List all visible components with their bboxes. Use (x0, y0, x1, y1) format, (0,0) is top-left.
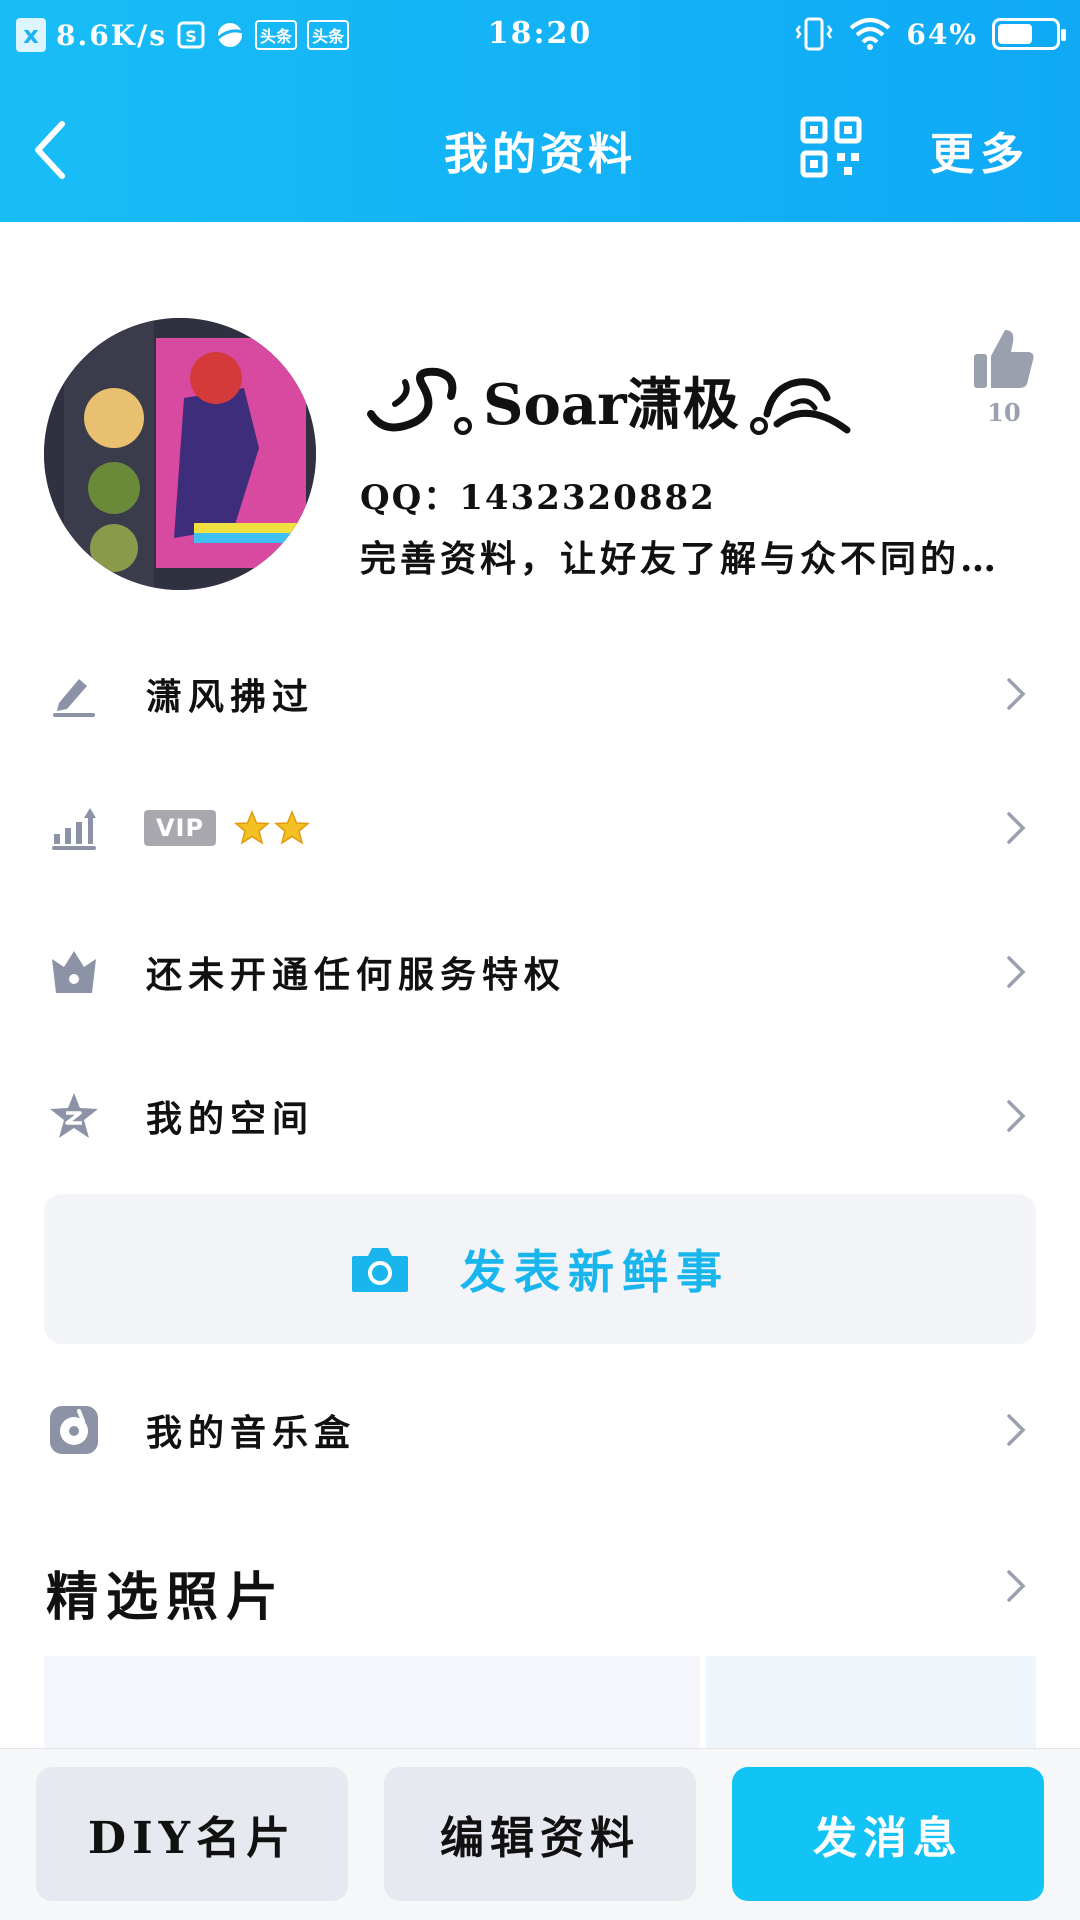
ornament-right-icon (749, 377, 851, 435)
like-count: 10 (987, 398, 1021, 427)
level-stars (234, 810, 310, 846)
status-bar: x 8.6K/s S 头条 头条 18:20 64% (0, 0, 1080, 72)
chevron-right-icon (1007, 812, 1026, 844)
music-row[interactable]: 我的音乐盒 (0, 1370, 1080, 1490)
send-message-button[interactable]: 发消息 (732, 1767, 1044, 1901)
battery-icon (992, 18, 1066, 50)
avatar[interactable] (44, 318, 316, 590)
qzone-label: 我的空间 (146, 1098, 315, 1140)
music-label: 我的音乐盒 (146, 1412, 357, 1454)
chevron-right-icon (1007, 956, 1026, 988)
top-header: x 8.6K/s S 头条 头条 18:20 64% 我的资料 更多 (0, 0, 1080, 222)
bottom-action-bar: DIY名片 编辑资料 发消息 (0, 1748, 1080, 1920)
qzone-row[interactable]: 我的空间 (0, 1056, 1080, 1176)
page-title: 我的资料 (444, 129, 636, 180)
signature-label: 潇风拂过 (146, 676, 315, 718)
thumbs-up-icon (974, 330, 1034, 388)
vibrate-icon (795, 17, 833, 51)
pencil-icon (48, 668, 100, 720)
chevron-right-icon[interactable] (1004, 1568, 1028, 1604)
post-moment-label: 发表新鲜事 (460, 1245, 730, 1299)
chevron-right-icon (1007, 1414, 1026, 1446)
music-disc-icon (48, 1404, 100, 1456)
star-icon (274, 810, 310, 845)
chevron-right-icon (1007, 1100, 1026, 1132)
diy-card-button[interactable]: DIY名片 (36, 1767, 348, 1901)
qr-code-icon[interactable] (800, 116, 862, 178)
crown-icon (48, 946, 100, 998)
profile-description[interactable]: 完善资料，让好友了解与众不同的… (360, 530, 1000, 582)
signature-row[interactable]: 潇风拂过 (0, 634, 1080, 754)
battery-fill (998, 24, 1032, 44)
level-row[interactable]: VIP (0, 768, 1080, 888)
chevron-right-icon (1007, 678, 1026, 710)
camera-icon (352, 1248, 408, 1292)
qq-number: QQ：1432320882 (360, 478, 716, 518)
status-right: 64% (794, 16, 1066, 52)
privilege-label: 还未开通任何服务特权 (146, 954, 567, 996)
star-icon (234, 810, 270, 845)
qzone-star-icon (48, 1090, 100, 1142)
photos-section-title[interactable]: 精选照片 (46, 1555, 286, 1630)
edit-profile-button[interactable]: 编辑资料 (384, 1767, 696, 1901)
level-up-icon (48, 802, 100, 854)
nickname-text: Soar潇极 (483, 372, 739, 438)
photo-thumbnail[interactable] (706, 1656, 1036, 1750)
battery-percent: 64% (906, 17, 978, 51)
nickname: Soar潇极 (365, 360, 857, 441)
privilege-row[interactable]: 还未开通任何服务特权 (0, 912, 1080, 1032)
post-moment-button[interactable]: 发表新鲜事 (44, 1194, 1036, 1344)
photo-thumbnail[interactable] (44, 1656, 700, 1750)
avatar-image (44, 318, 316, 590)
ornament-left-icon (367, 367, 472, 435)
vip-badge: VIP (144, 810, 216, 846)
more-button[interactable]: 更多 (930, 118, 1030, 182)
wifi-icon (850, 18, 891, 50)
like-button[interactable]: 10 (968, 326, 1040, 427)
